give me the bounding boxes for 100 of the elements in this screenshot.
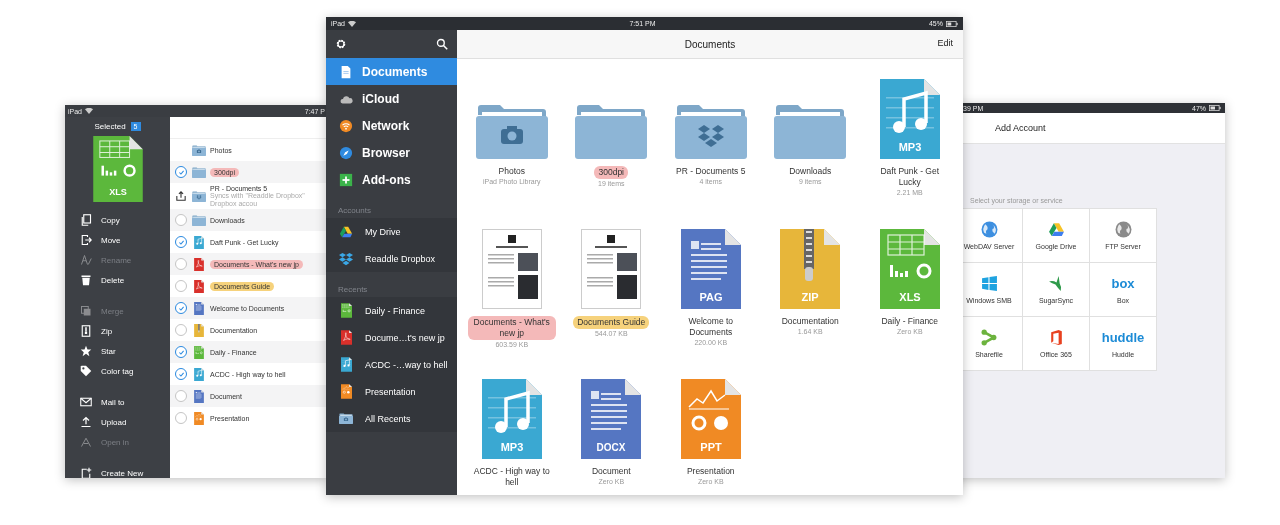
recent-item[interactable]: Presentation <box>326 378 457 405</box>
globe-icon <box>980 221 998 238</box>
wifi-icon <box>85 108 93 114</box>
spreadsheet-file-icon: XLS <box>92 136 143 202</box>
checkbox[interactable] <box>175 302 187 314</box>
checkbox[interactable] <box>175 280 187 292</box>
recent-item[interactable]: All Recents <box>326 405 457 432</box>
pdf-file-icon <box>194 279 204 293</box>
search-icon[interactable] <box>436 38 448 50</box>
file-name: PR - Documents 5 <box>676 166 746 177</box>
file-name: Daft Punk - Get Lucky <box>879 166 941 188</box>
checkmark-icon <box>177 238 185 246</box>
checkbox[interactable] <box>175 346 187 358</box>
file-name: Documents Guide <box>573 316 650 329</box>
action-item[interactable]: Delete <box>65 270 170 290</box>
dropbox-icon <box>339 251 353 266</box>
document-icon <box>339 64 353 79</box>
zip-icon <box>80 325 92 337</box>
presentation-file-icon: PPT <box>680 379 741 459</box>
zip-file-icon: ZIP <box>780 229 841 309</box>
tag-icon <box>80 365 92 377</box>
settings-icon[interactable] <box>335 38 347 50</box>
pdf-file-icon <box>340 330 352 345</box>
battery-icon <box>1209 105 1221 111</box>
spreadsheet-file-icon <box>194 345 204 359</box>
recent-item[interactable]: ACDC -…way to hell <box>326 351 457 378</box>
camera-folder-icon <box>475 103 548 159</box>
sidebar-item[interactable]: iCloud <box>326 85 457 112</box>
file-name: Photos <box>498 166 525 177</box>
folder-icon <box>774 103 847 159</box>
action-item[interactable]: Mail to <box>65 392 170 412</box>
file-name: Documents - What's new jp <box>467 316 556 340</box>
drive-triangle-icon <box>1047 221 1065 238</box>
battery-icon <box>946 20 958 27</box>
drive-triangle-icon <box>339 224 353 239</box>
upload-icon <box>80 416 92 428</box>
file-name: Presentation <box>686 466 735 477</box>
windows-tiles-icon <box>980 275 998 292</box>
file-name: Document <box>591 466 631 477</box>
sidebar-item[interactable]: Add-ons <box>326 166 457 193</box>
presentation-file-icon <box>194 411 204 425</box>
action-item[interactable]: Copy <box>65 210 170 230</box>
sidebar-item[interactable]: Browser <box>326 139 457 166</box>
music-file-icon: MP3 <box>481 379 542 459</box>
spreadsheet-file-icon <box>340 303 352 318</box>
file-name: Downloads <box>789 166 832 177</box>
presentation-file-icon <box>340 384 352 399</box>
checkbox[interactable] <box>175 214 187 226</box>
action-item[interactable]: Zip <box>65 321 170 341</box>
music-file-icon <box>194 235 204 249</box>
action-item[interactable]: Create New <box>65 463 170 478</box>
logo-text: box <box>1111 275 1135 292</box>
nodes-icon <box>980 329 998 346</box>
checkbox[interactable] <box>175 390 187 402</box>
wifi-icon <box>339 118 353 133</box>
file-name: 300dpi <box>594 166 628 179</box>
checkbox[interactable] <box>175 236 187 248</box>
rename-icon <box>80 254 92 266</box>
document-file-icon: PAG <box>680 229 741 309</box>
music-file-icon <box>194 367 204 381</box>
dropbox-folder-icon <box>674 103 747 159</box>
screen-title: Documents <box>684 38 736 50</box>
compass-icon <box>339 145 353 160</box>
action-item[interactable]: Upload <box>65 412 170 432</box>
wifi-icon <box>348 20 356 27</box>
camera-folder-icon <box>192 144 206 156</box>
section-heading: Recents <box>337 284 369 296</box>
file-name: Daily - Finance <box>881 316 939 327</box>
checkbox[interactable] <box>175 166 187 178</box>
music-file-icon: MP3 <box>879 79 940 159</box>
edit-button[interactable]: Edit <box>937 38 953 48</box>
checkbox[interactable] <box>175 258 187 270</box>
music-file-icon <box>340 357 352 372</box>
mail-icon <box>80 396 92 408</box>
account-item[interactable]: My Drive <box>326 218 457 245</box>
checkbox[interactable] <box>175 324 187 336</box>
camera-folder-icon <box>339 413 353 424</box>
star-icon <box>80 345 92 357</box>
checkmark-icon <box>177 370 185 378</box>
recent-item[interactable]: Docume…t's new jp <box>326 324 457 351</box>
section-heading: Accounts <box>337 205 372 217</box>
sidebar-item[interactable]: Documents <box>326 58 457 85</box>
document-file-icon: DOCX <box>581 379 642 459</box>
dropbox-folder-icon <box>192 190 206 202</box>
action-item[interactable]: Star <box>65 341 170 361</box>
plus-icon <box>339 172 353 187</box>
create-new-icon <box>80 467 92 478</box>
file-name: Welcome to Documents <box>687 316 735 338</box>
action-item[interactable]: Move <box>65 230 170 250</box>
file-name: ACDC - High way to hell <box>472 466 551 488</box>
checkbox[interactable] <box>175 412 187 424</box>
recent-item[interactable]: Daily - Finance <box>326 297 457 324</box>
screen-title: Add Account <box>995 123 1046 133</box>
document-file-icon <box>194 301 204 315</box>
pdf-file-icon <box>194 257 204 271</box>
document-file-icon <box>194 389 204 403</box>
action-item[interactable]: Color tag <box>65 361 170 381</box>
sidebar-item[interactable]: Network <box>326 112 457 139</box>
account-item[interactable]: Readdle Dropbox <box>326 245 457 272</box>
checkbox[interactable] <box>175 368 187 380</box>
